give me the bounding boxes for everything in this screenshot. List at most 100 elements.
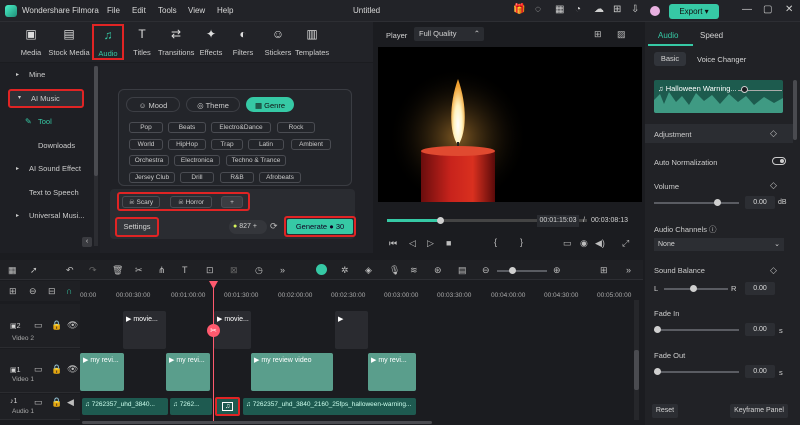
select-tool-icon[interactable]: ➚ <box>30 265 38 276</box>
magnet-icon[interactable]: ∩ <box>66 286 72 296</box>
maximize-icon[interactable]: ▢ <box>763 4 772 15</box>
tab-speed[interactable]: Speed <box>700 31 723 40</box>
genre-tag[interactable]: Ambient <box>291 139 331 150</box>
genre-tag[interactable]: World <box>129 139 163 150</box>
link-icon[interactable]: ⊖ <box>29 286 37 297</box>
gift-icon[interactable]: 🎁 <box>513 4 525 15</box>
cloud-icon[interactable]: ☁ <box>594 4 604 15</box>
folder-icon[interactable]: ▭ <box>34 364 43 375</box>
mark-out-icon[interactable]: } <box>520 237 523 247</box>
audio-clip[interactable]: ♫ 7262357_uhd_3840... <box>82 398 168 415</box>
sidebar-item-ai-sound-effect[interactable]: ▸ AI Sound Effect <box>8 161 94 177</box>
ai-icon[interactable]: ⊛ <box>434 265 442 276</box>
genre-tag[interactable]: Latin <box>248 139 284 150</box>
zoom-out-icon[interactable]: ⊖ <box>482 265 490 276</box>
menu-tools[interactable]: Tools <box>158 6 177 15</box>
audio-channels-dropdown[interactable]: None ⌄ <box>654 238 784 251</box>
audio-clip[interactable]: ♫ 7262... <box>170 398 212 415</box>
video2-clip[interactable]: ▶ <box>335 311 368 349</box>
zoom-slider[interactable] <box>497 270 547 272</box>
play-icon[interactable]: ▷ <box>427 238 434 249</box>
lock-icon[interactable]: 🔒 <box>51 320 62 331</box>
volume-icon[interactable]: ◀) <box>595 238 605 249</box>
genre-tag[interactable]: R&B <box>220 172 254 183</box>
tab-effects[interactable]: ✦ Effects <box>197 25 225 61</box>
genre-tag[interactable]: Electro&Dance <box>211 122 271 133</box>
genre-tag[interactable]: Beats <box>168 122 206 133</box>
video1-clip[interactable]: ▶ my review video <box>251 353 333 391</box>
subtab-basic[interactable]: Basic <box>654 52 686 66</box>
genre-tag[interactable]: Electronica <box>174 155 220 166</box>
volume-slider[interactable] <box>654 202 739 204</box>
voiceover-icon[interactable]: ≋ <box>410 265 418 276</box>
zoom-slider-handle[interactable] <box>509 267 516 274</box>
close-icon[interactable]: ✕ <box>785 4 793 15</box>
stop-icon[interactable]: ■ <box>446 238 451 248</box>
grid-icon[interactable]: ⊞ <box>613 4 621 15</box>
tab-audio[interactable]: ♫ Audio <box>92 24 124 60</box>
microphone-icon[interactable]: 🎙 <box>389 265 400 276</box>
playhead[interactable] <box>213 283 214 423</box>
volume-value[interactable]: 0.00 <box>745 196 775 209</box>
add-track-icon[interactable]: ⊞ <box>9 286 17 297</box>
download-icon[interactable]: ⇩ <box>631 4 639 15</box>
balance-value[interactable]: 0.00 <box>745 282 775 295</box>
fullscreen-icon[interactable]: ⤢ <box>622 238 629 249</box>
refresh-icon[interactable]: ⟳ <box>270 221 278 232</box>
speed-icon[interactable]: ◷ <box>255 265 263 276</box>
cut-icon[interactable]: ✂ <box>135 265 143 276</box>
menu-help[interactable]: Help <box>217 6 233 15</box>
genre-tag[interactable]: Drill <box>180 172 214 183</box>
sidebar-item-text-to-speech[interactable]: Text to Speech <box>8 185 94 201</box>
genre-tag[interactable]: HipHop <box>168 139 206 150</box>
layout-tool-icon[interactable]: ▦ <box>8 265 17 276</box>
minimize-icon[interactable]: — <box>742 4 752 15</box>
sidebar-item-ai-music[interactable]: ▾ AI Music <box>8 89 84 108</box>
lock-icon[interactable]: 🔒 <box>51 397 62 408</box>
display-icon[interactable]: ▭ <box>563 238 572 249</box>
reset-button[interactable]: Reset <box>652 404 678 418</box>
step-back-icon[interactable]: ◁ <box>409 238 416 249</box>
tab-genre[interactable]: ▦ Genre <box>246 97 294 112</box>
genre-tag[interactable]: Rock <box>277 122 315 133</box>
zoom-in-icon[interactable]: ⊕ <box>553 265 561 276</box>
menu-view[interactable]: View <box>188 6 205 15</box>
add-tag-button[interactable]: + <box>221 196 243 208</box>
marker-icon[interactable]: ⊟ <box>48 286 56 297</box>
redo-icon[interactable]: ↷ <box>89 265 97 276</box>
avatar[interactable] <box>650 6 660 16</box>
tab-mood[interactable]: ☺ Mood <box>126 97 180 112</box>
eye-icon[interactable]: 👁 <box>67 364 78 375</box>
fade-in-value[interactable]: 0.00 <box>745 323 775 336</box>
video1-clip[interactable]: ▶ my revi... <box>80 353 124 391</box>
layout-icon[interactable]: ▦ <box>555 4 564 15</box>
delete-icon[interactable]: 🗑 <box>112 265 123 276</box>
tab-templates[interactable]: ▥ Templates <box>295 25 329 61</box>
export-button[interactable]: Export ▾ <box>669 4 719 19</box>
right-scrollbar[interactable] <box>793 80 797 140</box>
genre-tag[interactable]: Pop <box>129 122 163 133</box>
tab-stickers[interactable]: ☺ Stickers <box>262 25 294 61</box>
snap-toggle-icon[interactable] <box>316 264 327 275</box>
folder-icon[interactable]: ▭ <box>34 320 43 331</box>
sidebar-item-mine[interactable]: ▸ Mine <box>8 67 94 83</box>
volume-keyframe-icon[interactable]: ◇ <box>770 180 777 191</box>
split-audio-icon[interactable]: ⋔ <box>158 265 166 276</box>
keyframe-panel-button[interactable]: Keyframe Panel <box>730 404 788 418</box>
generate-button[interactable]: Generate ● 30 <box>287 219 353 234</box>
freeze-icon[interactable]: ⊠ <box>230 265 238 276</box>
menu-file[interactable]: File <box>107 6 120 15</box>
folder-icon[interactable]: ▭ <box>34 397 43 408</box>
prev-frame-icon[interactable]: ⏮ <box>389 238 397 249</box>
compare-icon[interactable]: ⊞ <box>594 29 602 40</box>
speaker-icon[interactable]: ◀ <box>67 397 74 408</box>
collapse-sidebar-icon[interactable]: ‹ <box>82 237 92 247</box>
fade-out-value[interactable]: 0.00 <box>745 365 775 378</box>
video2-clip[interactable]: ▶ movie... <box>123 311 166 349</box>
tab-filters[interactable]: ◐ Filters <box>229 25 257 61</box>
tab-stock-media[interactable]: ▤ Stock Media <box>47 25 91 61</box>
scissors-icon[interactable]: ✂ <box>207 324 220 337</box>
genre-tag[interactable]: Orchestra <box>129 155 169 166</box>
lock-icon[interactable]: 🔒 <box>51 364 62 375</box>
selected-tag-scary[interactable]: ☠ Scary <box>122 196 160 208</box>
